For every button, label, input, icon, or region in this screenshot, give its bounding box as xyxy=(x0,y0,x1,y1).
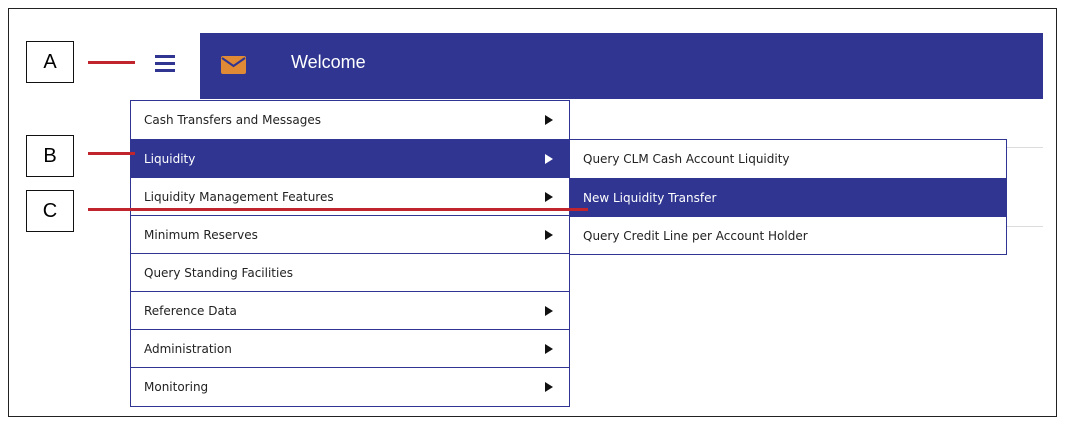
menu-item-minimum-reserves[interactable]: Minimum Reserves xyxy=(131,215,569,253)
submenu-arrow-icon xyxy=(545,115,553,125)
submenu-item-new-liquidity-transfer[interactable]: New Liquidity Transfer xyxy=(570,178,1006,216)
menu-item-label: Query Standing Facilities xyxy=(144,266,293,280)
submenu-item-query-credit-line[interactable]: Query Credit Line per Account Holder xyxy=(570,216,1006,254)
menu-item-cash-transfers[interactable]: Cash Transfers and Messages xyxy=(131,101,569,139)
callout-c: C xyxy=(26,190,74,232)
submenu-arrow-icon xyxy=(545,306,553,316)
submenu-arrow-icon xyxy=(545,344,553,354)
submenu-item-label: Query Credit Line per Account Holder xyxy=(583,229,808,243)
page-title: Welcome xyxy=(291,52,366,72)
callout-a: A xyxy=(26,41,74,83)
content-divider xyxy=(1005,147,1043,148)
menu-item-label: Monitoring xyxy=(144,380,209,394)
hamburger-icon[interactable] xyxy=(155,55,175,73)
menu-item-label: Liquidity Management Features xyxy=(144,190,334,204)
menu-item-label: Cash Transfers and Messages xyxy=(144,113,321,127)
callout-a-leader xyxy=(88,61,135,64)
menu-item-label: Minimum Reserves xyxy=(144,228,258,242)
submenu-item-label: Query CLM Cash Account Liquidity xyxy=(583,152,790,166)
menu-item-standing-facilities[interactable]: Query Standing Facilities xyxy=(131,253,569,291)
menu-item-label: Reference Data xyxy=(144,304,237,318)
callout-b: B xyxy=(26,135,74,177)
content-divider xyxy=(1005,226,1043,227)
menu-item-label: Administration xyxy=(144,342,232,356)
liquidity-submenu: Query CLM Cash Account Liquidity New Liq… xyxy=(569,139,1007,255)
submenu-arrow-icon xyxy=(545,192,553,202)
envelope-icon[interactable] xyxy=(221,56,246,74)
menu-item-administration[interactable]: Administration xyxy=(131,329,569,367)
menu-item-liquidity[interactable]: Liquidity xyxy=(131,139,569,177)
callout-c-leader xyxy=(88,208,588,211)
menu-item-reference-data[interactable]: Reference Data xyxy=(131,291,569,329)
submenu-arrow-icon xyxy=(545,154,553,164)
submenu-arrow-icon xyxy=(545,230,553,240)
submenu-arrow-icon xyxy=(545,382,553,392)
callout-b-leader xyxy=(88,152,135,155)
submenu-item-label: New Liquidity Transfer xyxy=(583,191,717,205)
main-menu: Cash Transfers and Messages Liquidity Li… xyxy=(130,100,570,407)
menu-item-label: Liquidity xyxy=(144,152,196,166)
menu-item-monitoring[interactable]: Monitoring xyxy=(131,367,569,406)
submenu-item-query-cash-account[interactable]: Query CLM Cash Account Liquidity xyxy=(570,140,1006,178)
